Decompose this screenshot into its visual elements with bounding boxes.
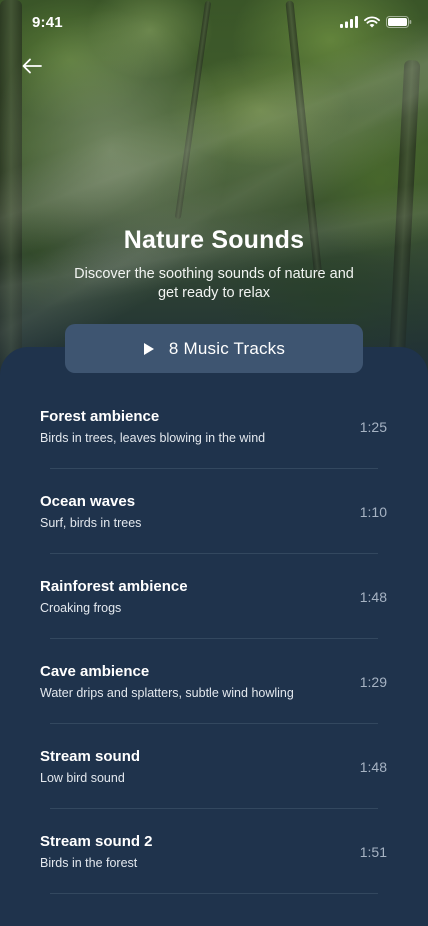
page-subtitle: Discover the soothing sounds of nature a… — [74, 266, 354, 301]
arrow-left-icon — [22, 58, 42, 79]
track-duration: 1:25 — [359, 419, 387, 435]
status-bar: 9:41 — [0, 0, 428, 44]
signal-icon — [340, 16, 358, 28]
wifi-icon — [364, 16, 380, 28]
track-description: Surf, birds in trees — [40, 516, 142, 530]
track-description: Croaking frogs — [40, 601, 122, 615]
track-list: Forest ambience Birds in trees, leaves b… — [0, 384, 428, 894]
track-title: Forest ambience — [40, 408, 160, 425]
track-description: Birds in trees, leaves blowing in the wi… — [40, 431, 266, 445]
track-description: Low bird sound — [40, 771, 125, 785]
track-item[interactable]: Cave ambience Water drips and splatters,… — [0, 639, 428, 724]
track-title: Stream sound — [40, 748, 141, 765]
back-button[interactable] — [18, 54, 46, 82]
track-description: Water drips and splatters, subtle wind h… — [40, 686, 294, 700]
hero-text: Nature Sounds Discover the soothing soun… — [0, 226, 428, 303]
track-item[interactable]: Rainforest ambience Croaking frogs 1:48 — [0, 554, 428, 639]
page-title: Nature Sounds — [123, 226, 305, 254]
track-title: Cave ambience — [40, 663, 150, 680]
track-item[interactable]: Ocean waves Surf, birds in trees 1:10 — [0, 469, 428, 554]
nature-sounds-screen: 9:41 Nature Sounds Discover the soothing… — [0, 0, 428, 926]
status-time: 9:41 — [32, 13, 63, 31]
battery-icon — [386, 16, 412, 28]
track-item[interactable]: Forest ambience Birds in trees, leaves b… — [0, 384, 428, 469]
divider — [50, 893, 378, 894]
track-item[interactable]: Stream sound Low bird sound 1:48 — [0, 724, 428, 809]
track-title: Stream sound 2 — [40, 833, 153, 850]
track-description: Birds in the forest — [40, 856, 138, 870]
play-icon — [143, 342, 155, 356]
track-duration: 1:48 — [359, 759, 387, 775]
track-title: Rainforest ambience — [40, 578, 188, 595]
track-duration: 1:29 — [359, 674, 387, 690]
track-duration: 1:51 — [359, 844, 387, 860]
track-item[interactable]: Stream sound 2 Birds in the forest 1:51 — [0, 809, 428, 894]
status-icons — [340, 16, 412, 28]
tracks-count-label: 8 Music Tracks — [168, 338, 286, 358]
track-duration: 1:48 — [359, 589, 387, 605]
play-all-tracks-button[interactable]: 8 Music Tracks — [65, 324, 363, 373]
track-duration: 1:10 — [359, 504, 387, 520]
track-title: Ocean waves — [40, 493, 136, 510]
